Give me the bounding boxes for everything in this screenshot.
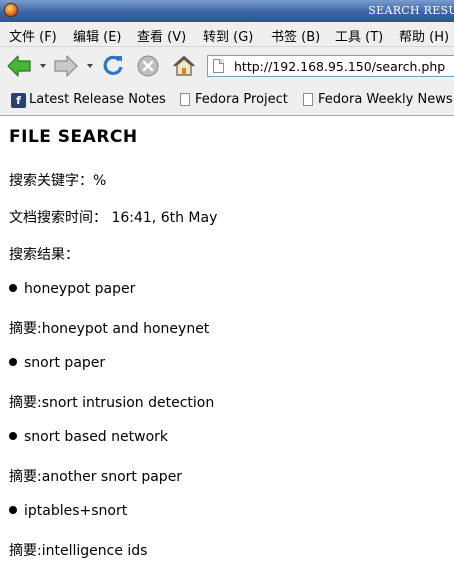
result-item: honeypot paper (9, 281, 135, 297)
back-history-dropdown[interactable] (40, 64, 46, 68)
result-summary: 摘要:snort intrusion detection (9, 395, 215, 411)
bullet-icon (9, 284, 17, 292)
window-title: SEARCH RESU (368, 4, 454, 17)
search-time-line: 文档搜索时间： 16:41, 6th May (9, 210, 218, 226)
stop-icon (137, 55, 159, 77)
search-keyword-line: 搜索关键字：% (9, 173, 107, 189)
result-title: snort paper (24, 355, 106, 371)
result-item: iptables+snort (9, 503, 127, 519)
navigation-toolbar: http://192.168.95.150/search.php (0, 47, 454, 86)
back-arrow-icon (7, 55, 31, 77)
result-item: snort paper (9, 355, 105, 371)
reload-icon (103, 55, 123, 75)
url-text[interactable]: http://192.168.95.150/search.php (234, 59, 445, 74)
browser-window: SEARCH RESU 文件 (F) 编辑 (E) 查看 (V) 转到 (G) … (0, 0, 454, 575)
menu-edit[interactable]: 编辑 (E) (73, 26, 122, 45)
page-content: FILE SEARCH 搜索关键字：% 文档搜索时间： 16:41, 6th M… (0, 116, 454, 575)
bookmarks-toolbar: Latest Release Notes Fedora Project Fedo… (0, 86, 454, 116)
result-title: snort based network (24, 429, 168, 445)
reload-button[interactable] (99, 52, 127, 80)
stop-button[interactable] (134, 52, 162, 80)
result-summary: 摘要:honeypot and honeynet (9, 321, 210, 337)
bookmark-fedora-weekly-news[interactable]: Fedora Weekly News (318, 92, 453, 107)
bullet-icon (9, 358, 17, 366)
results-label: 搜索结果： (9, 247, 79, 263)
forward-arrow-icon (54, 55, 78, 77)
bookmark-fedora-project[interactable]: Fedora Project (195, 92, 288, 107)
result-summary: 摘要:another snort paper (9, 469, 183, 485)
bookmark-latest-release-notes[interactable]: Latest Release Notes (29, 92, 166, 107)
result-item: snort based network (9, 429, 168, 445)
firefox-icon[interactable] (4, 3, 18, 17)
forward-button[interactable] (52, 52, 80, 80)
result-summary: 摘要:intelligence ids (9, 543, 148, 559)
menu-go[interactable]: 转到 (G) (203, 26, 253, 45)
bullet-icon (9, 432, 17, 440)
menu-file[interactable]: 文件 (F) (9, 26, 57, 45)
result-title: iptables+snort (24, 503, 128, 519)
title-bar: SEARCH RESU (0, 0, 454, 22)
back-button[interactable] (5, 52, 33, 80)
menu-bookmarks[interactable]: 书签 (B) (271, 26, 320, 45)
result-title: honeypot paper (24, 281, 136, 297)
address-bar[interactable]: http://192.168.95.150/search.php (207, 55, 454, 77)
page-title: FILE SEARCH (9, 127, 138, 147)
forward-history-dropdown[interactable] (87, 64, 93, 68)
menu-help[interactable]: 帮助 (H) (399, 26, 449, 45)
menu-view[interactable]: 查看 (V) (137, 26, 186, 45)
page-icon (213, 59, 224, 73)
menu-bar: 文件 (F) 编辑 (E) 查看 (V) 转到 (G) 书签 (B) 工具 (T… (0, 22, 454, 47)
home-button[interactable] (170, 52, 198, 80)
fedora-icon: f (11, 93, 26, 108)
home-icon (173, 56, 195, 76)
menu-tools[interactable]: 工具 (T) (335, 26, 383, 45)
bullet-icon (9, 506, 17, 514)
bookmark-page-icon (303, 93, 313, 106)
bookmark-page-icon (180, 93, 190, 106)
